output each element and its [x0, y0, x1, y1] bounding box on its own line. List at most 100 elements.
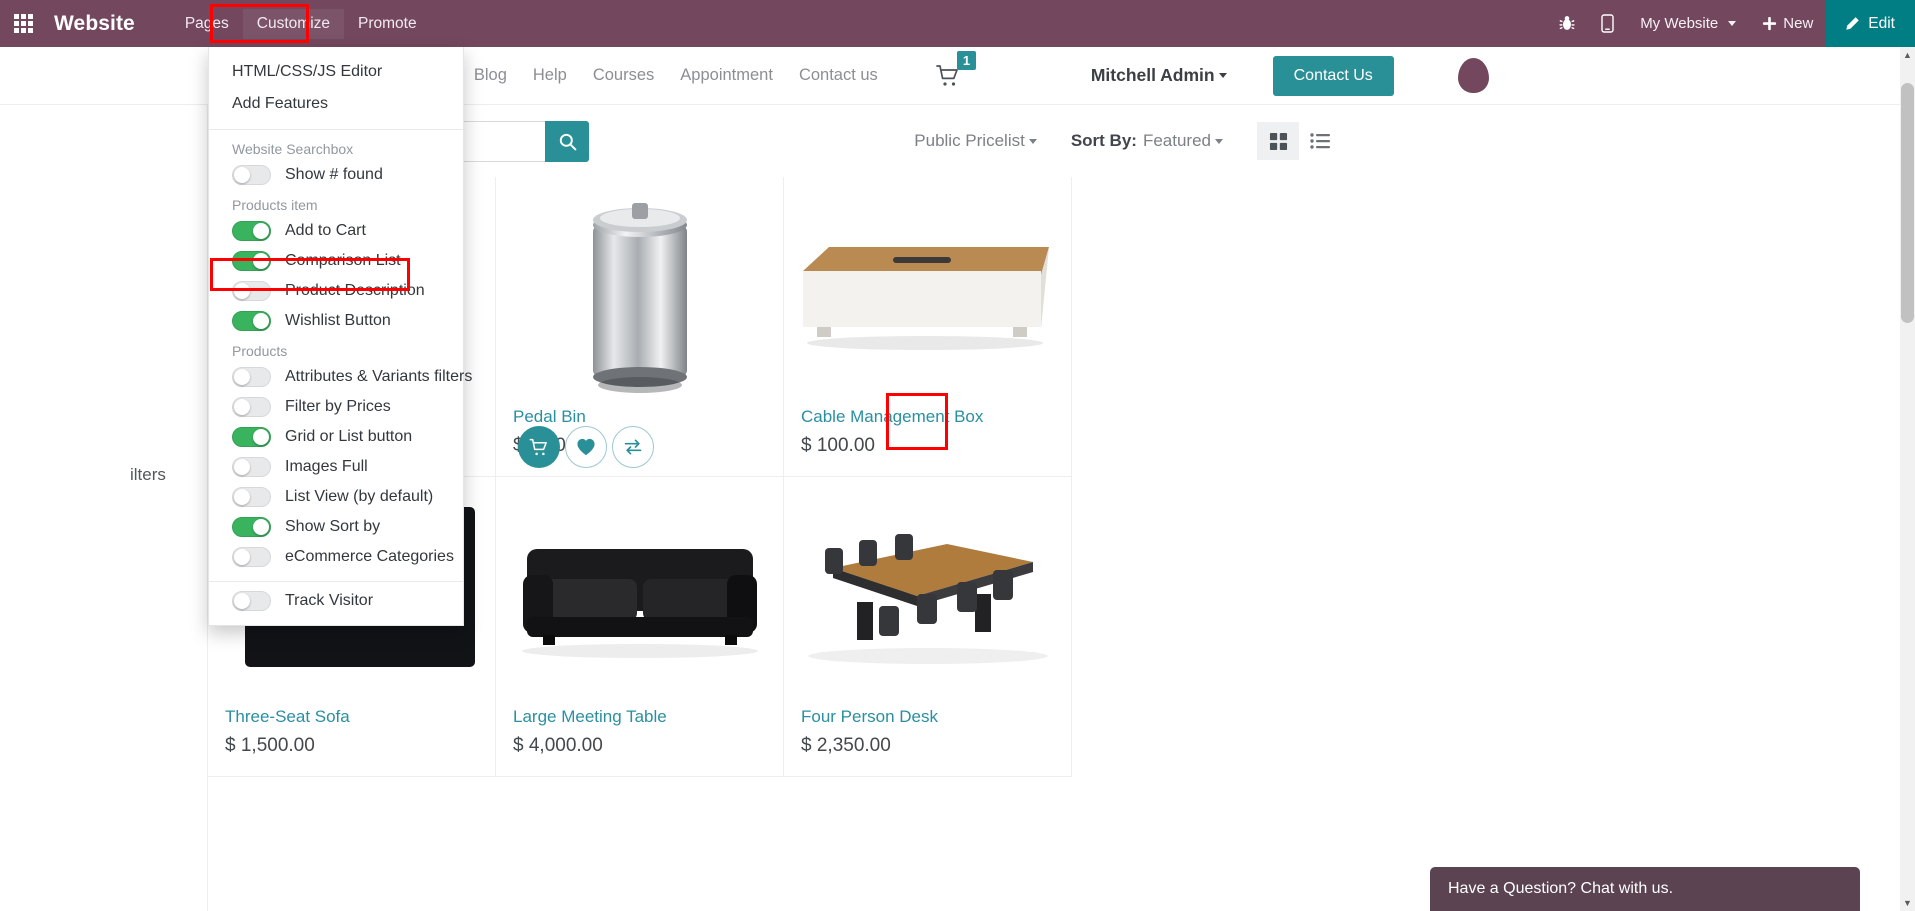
avatar[interactable]: [1457, 58, 1489, 93]
admin-menu-promote[interactable]: Promote: [344, 9, 431, 39]
search-button[interactable]: [545, 120, 589, 162]
website-selector[interactable]: My Website: [1627, 0, 1749, 47]
toggle-track-visitor[interactable]: Track Visitor: [209, 586, 463, 616]
toggle-images-full[interactable]: Images Full: [209, 452, 463, 482]
add-to-cart-button[interactable]: [518, 426, 560, 468]
new-button[interactable]: New: [1749, 0, 1826, 47]
product-name[interactable]: Three-Seat Sofa: [225, 707, 350, 727]
toggle-list-view-by-default[interactable]: List View (by default): [209, 482, 463, 512]
filters-label: ilters: [130, 465, 166, 484]
product-card[interactable]: Four Person Desk $ 2,350.00: [784, 477, 1072, 777]
grid-view-button[interactable]: [1257, 122, 1299, 160]
mobile-preview-button[interactable]: [1588, 0, 1627, 47]
product-card[interactable]: Pedal Bin $ 47.00: [496, 177, 784, 477]
switch-off[interactable]: [232, 165, 271, 185]
admin-menu-pages[interactable]: Pages: [171, 9, 243, 39]
chevron-down-icon: [1028, 138, 1037, 144]
product-name[interactable]: Large Meeting Table: [513, 707, 667, 727]
odoo-admin-bar: Website Pages Customize Promote My Websi…: [0, 0, 1915, 47]
mobile-preview-icon: [1601, 14, 1614, 33]
switch-on[interactable]: [232, 517, 271, 537]
product-name[interactable]: Four Person Desk: [801, 707, 938, 727]
switch-on[interactable]: [232, 427, 271, 447]
menu-item-html-css-js-editor[interactable]: HTML/CSS/JS Editor: [209, 56, 463, 88]
menu-divider: [209, 129, 463, 130]
user-menu[interactable]: Mitchell Admin: [1091, 65, 1227, 86]
switch-off[interactable]: [232, 397, 271, 417]
pedal-bin-image: [592, 203, 687, 393]
toggle-label: Show # found: [285, 166, 383, 183]
toggle-wishlist-button[interactable]: Wishlist Button: [209, 306, 463, 336]
scroll-down-arrow[interactable]: ▼: [1900, 895, 1915, 911]
sort-by-dropdown[interactable]: Sort By: Featured: [1071, 131, 1223, 151]
product-image: [496, 185, 783, 403]
switch-off[interactable]: [232, 457, 271, 477]
switch-off[interactable]: [232, 487, 271, 507]
list-view-button[interactable]: [1299, 122, 1341, 160]
toggle-comparison-list[interactable]: Comparison List: [209, 246, 463, 276]
page-scrollbar[interactable]: ▲ ▼: [1900, 47, 1915, 911]
pencil-icon: [1846, 16, 1860, 30]
switch-on[interactable]: [232, 311, 271, 331]
toggle-label: List View (by default): [285, 488, 434, 505]
toggle-show-sort-by[interactable]: Show Sort by: [209, 512, 463, 542]
switch-off[interactable]: [232, 281, 271, 301]
website-selector-label: My Website: [1640, 15, 1719, 32]
add-to-compare-button[interactable]: [612, 426, 654, 468]
switch-off[interactable]: [232, 547, 271, 567]
nav-link-contact-us[interactable]: Contact us: [786, 66, 891, 85]
add-to-wishlist-button[interactable]: [565, 426, 607, 468]
switch-on[interactable]: [232, 221, 271, 241]
toggle-add-to-cart[interactable]: Add to Cart: [209, 216, 463, 246]
admin-menu-customize[interactable]: Customize: [242, 8, 345, 39]
toggle-show-number-found[interactable]: Show # found: [209, 160, 463, 190]
switch-off[interactable]: [232, 591, 271, 611]
sort-by-prefix: Sort By:: [1070, 131, 1137, 150]
heart-icon: [577, 438, 595, 456]
toolbar-right: Public Pricelist Sort By: Featured: [914, 122, 1341, 160]
toggle-filter-by-prices[interactable]: Filter by Prices: [209, 392, 463, 422]
toggle-product-description[interactable]: Product Description: [209, 276, 463, 306]
toggle-label: Images Full: [285, 458, 368, 475]
toggle-attributes-variants-filters[interactable]: Attributes & Variants filters: [209, 362, 472, 392]
product-name[interactable]: Cable Management Box: [801, 407, 983, 427]
scrollbar-thumb[interactable]: [1901, 83, 1914, 323]
pricelist-label: Public Pricelist: [914, 131, 1025, 150]
nav-link-appointment[interactable]: Appointment: [667, 66, 786, 85]
pricelist-dropdown[interactable]: Public Pricelist: [914, 131, 1037, 151]
debug-button[interactable]: [1546, 0, 1588, 47]
product-card[interactable]: Cable Management Box $ 100.00: [784, 177, 1072, 477]
toggle-label: Track Visitor: [285, 592, 374, 609]
switch-off[interactable]: [232, 367, 271, 387]
product-card[interactable]: Large Meeting Table $ 4,000.00: [496, 477, 784, 777]
toggle-label: Product Description: [285, 282, 425, 299]
user-menu-label: Mitchell Admin: [1090, 65, 1215, 85]
edit-button[interactable]: Edit: [1826, 0, 1915, 47]
cart-count-badge: 1: [956, 50, 977, 70]
cart-button[interactable]: 1: [935, 50, 977, 88]
toggle-grid-or-list-button[interactable]: Grid or List button: [209, 422, 463, 452]
apps-menu-button[interactable]: [0, 0, 46, 47]
toggle-label: eCommerce Categories: [285, 548, 454, 565]
new-button-label: New: [1783, 15, 1814, 32]
contact-us-button[interactable]: Contact Us: [1272, 55, 1394, 96]
product-name[interactable]: Pedal Bin: [513, 407, 586, 427]
menu-item-add-features[interactable]: Add Features: [209, 88, 463, 120]
product-image: [496, 485, 783, 703]
product-image: [784, 485, 1071, 703]
toggle-ecommerce-categories[interactable]: eCommerce Categories: [209, 542, 463, 572]
add-to-cart-icon: [529, 438, 547, 455]
switch-on[interactable]: [232, 251, 271, 271]
group-label-website-searchbox: Website Searchbox: [232, 141, 354, 157]
search-icon: [559, 133, 576, 150]
nav-link-blog[interactable]: Blog: [461, 66, 520, 85]
chevron-down-icon: [1728, 21, 1737, 26]
chevron-down-icon: [1215, 138, 1223, 144]
grid-view-icon: [1269, 132, 1287, 150]
chat-widget[interactable]: Have a Question? Chat with us.: [1430, 867, 1860, 911]
product-price: $ 2,350.00: [801, 735, 891, 756]
nav-link-courses[interactable]: Courses: [580, 66, 667, 85]
scroll-up-arrow[interactable]: ▲: [1900, 47, 1915, 63]
nav-link-help[interactable]: Help: [520, 66, 580, 85]
product-price: $ 4,000.00: [513, 735, 603, 756]
